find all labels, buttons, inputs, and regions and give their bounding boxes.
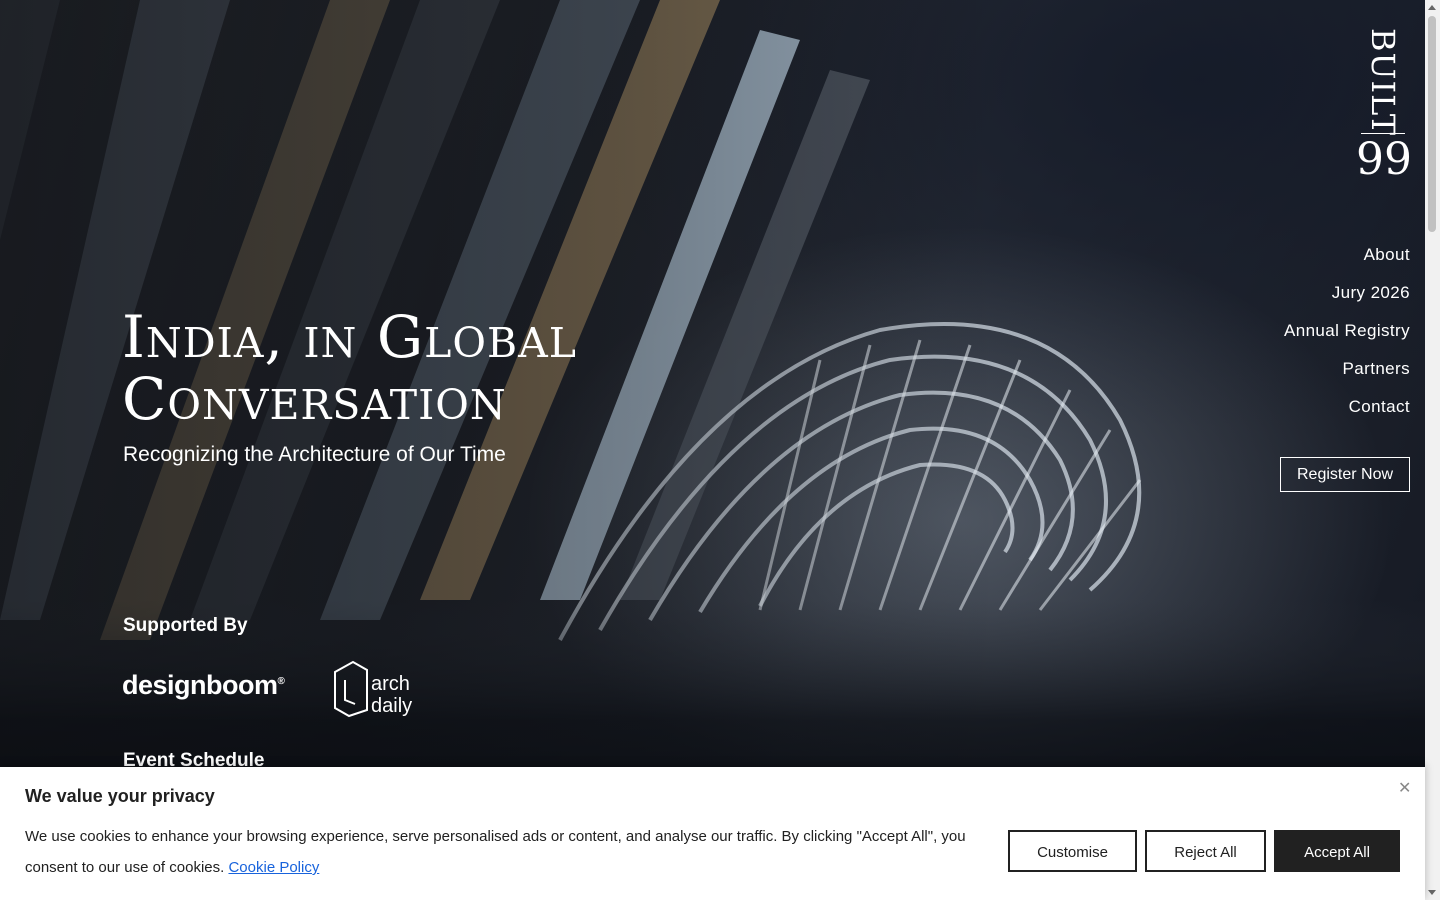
scroll-down-arrow-icon[interactable] (1428, 890, 1436, 895)
cookie-consent-banner: We value your privacy We use cookies to … (0, 767, 1425, 900)
nav-item-about[interactable]: About (1284, 243, 1410, 281)
registered-mark: ® (277, 676, 285, 687)
cookie-body-text: We use cookies to enhance your browsing … (25, 828, 966, 876)
headline-line-1: India, in Global (122, 303, 577, 371)
designboom-logo[interactable]: designboom® (122, 670, 285, 701)
customise-button[interactable]: Customise (1008, 830, 1137, 872)
archdaily-line-2: daily (371, 695, 412, 717)
page-scrollbar[interactable] (1425, 0, 1440, 900)
scroll-up-arrow-icon[interactable] (1428, 5, 1436, 10)
designboom-wordmark: designboom (122, 670, 278, 700)
supported-by-heading: Supported By (123, 615, 248, 636)
accept-all-button[interactable]: Accept All (1274, 830, 1400, 872)
register-now-button[interactable]: Register Now (1280, 457, 1410, 492)
logo-word: BUILT (1364, 28, 1402, 137)
nav-item-jury[interactable]: Jury 2026 (1284, 281, 1410, 319)
hero-subtitle: Recognizing the Architecture of Our Time (123, 443, 506, 466)
scrollbar-thumb[interactable] (1428, 16, 1436, 232)
archdaily-logo[interactable]: arch daily (333, 660, 425, 718)
page-title: India, in Global Conversation (122, 306, 577, 430)
reject-all-button[interactable]: Reject All (1145, 830, 1266, 872)
headline-line-2: Conversation (122, 365, 507, 433)
close-icon[interactable]: ✕ (1398, 778, 1411, 798)
nav-item-annual-registry[interactable]: Annual Registry (1284, 319, 1410, 357)
cookie-policy-link[interactable]: Cookie Policy (228, 859, 319, 876)
cookie-message: We use cookies to enhance your browsing … (25, 821, 985, 883)
nav-item-partners[interactable]: Partners (1284, 357, 1410, 395)
archdaily-line-1: arch (371, 673, 410, 695)
main-nav: About Jury 2026 Annual Registry Partners… (1284, 243, 1410, 433)
built99-logo[interactable]: BUILT 99 (1356, 28, 1412, 185)
cookie-title: We value your privacy (25, 786, 215, 806)
logo-number: 99 (1356, 134, 1412, 185)
nav-item-contact[interactable]: Contact (1284, 395, 1410, 433)
